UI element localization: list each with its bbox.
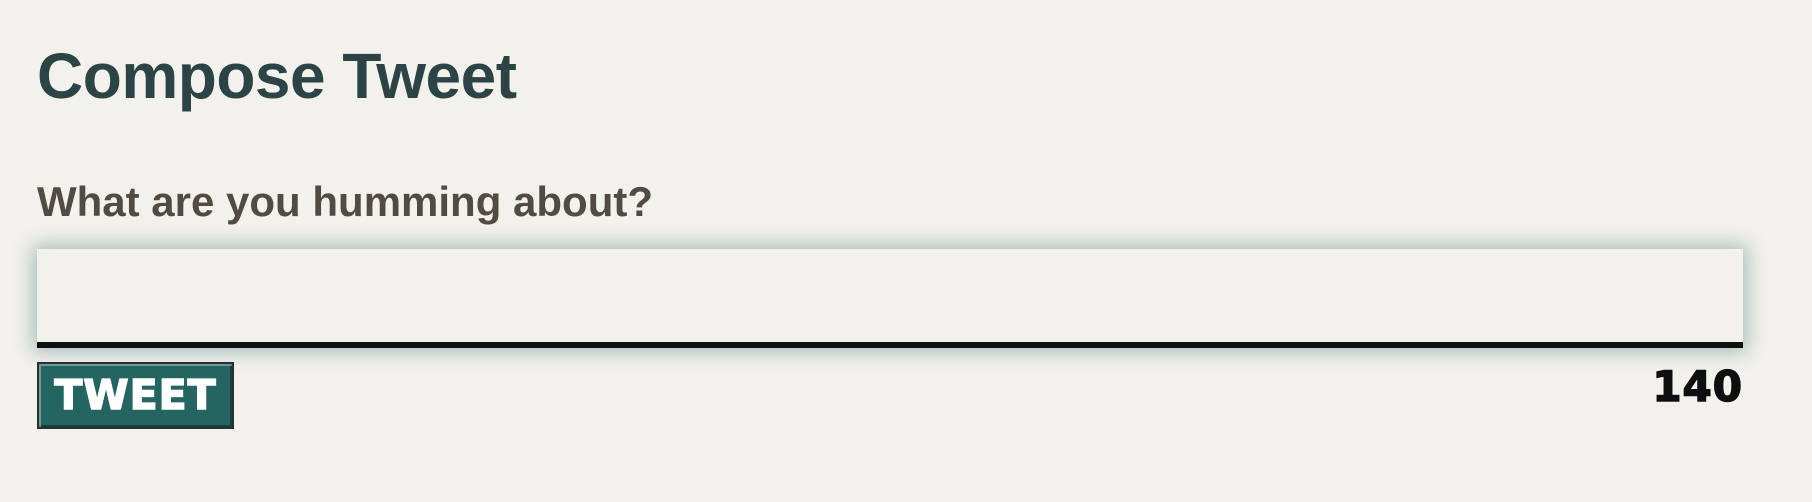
page-title: Compose Tweet: [37, 40, 517, 112]
character-count: 140: [1652, 361, 1743, 412]
tweet-input[interactable]: [37, 249, 1743, 348]
compose-tweet-page: Compose Tweet What are you humming about…: [37, 0, 1743, 502]
tweet-button[interactable]: TWEET: [37, 362, 234, 429]
tweet-prompt-label: What are you humming about?: [37, 178, 653, 225]
